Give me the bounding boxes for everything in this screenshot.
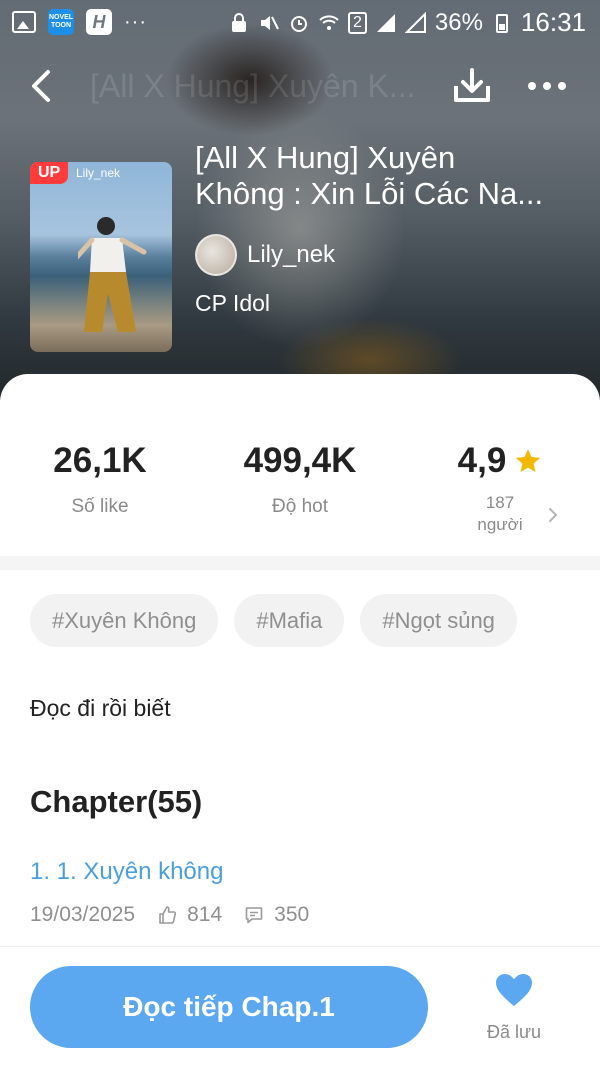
saved-label: Đã lưu	[486, 1022, 542, 1042]
book-description: Đọc đi rồi biết	[30, 695, 171, 721]
book-title-line-2: Không : Xin Lỗi Các Na...	[195, 176, 544, 211]
novel-toon-icon: NOVEL TOON	[48, 9, 74, 35]
stats-row: 26,1K Số like 499,4K Độ hot 4,9 187 ngườ…	[0, 440, 600, 550]
chapter-comments: 350	[274, 903, 310, 926]
gallery-icon	[12, 11, 36, 33]
hot-label: Độ hot	[272, 496, 328, 517]
chapter-meta: 19/03/2025 814 350	[30, 903, 309, 927]
chapter-date: 19/03/2025	[30, 903, 136, 926]
bottom-bar-divider	[0, 946, 600, 947]
section-divider	[0, 556, 600, 570]
sim-slot-indicator: 2	[347, 11, 367, 34]
rating-value: 4,9	[457, 441, 507, 480]
hot-value: 499,4K	[243, 441, 357, 480]
tag-chip[interactable]: #Ngọt sủng	[360, 594, 517, 647]
book-title-line-1: [All X Hung] Xuyên	[195, 140, 456, 175]
likes-stat: 26,1K Số like	[0, 440, 200, 518]
nav-title: [All X Hung] Xuyên K...	[90, 68, 416, 104]
thumbs-up-icon	[159, 906, 177, 924]
chapter-likes: 814	[187, 903, 223, 926]
tag-chip[interactable]: #Mafia	[234, 594, 345, 647]
author-name: Lily_nek	[247, 241, 336, 268]
rating-count: 187	[485, 493, 515, 512]
author-link[interactable]: Lily_nek	[195, 234, 335, 276]
author-avatar	[195, 234, 237, 276]
more-notifications-icon: ···	[124, 11, 147, 33]
clock: 16:31	[520, 7, 586, 37]
chapter-heading[interactable]: Chapter(55)	[30, 784, 202, 820]
back-arrow-icon[interactable]	[20, 64, 64, 108]
rating-count-label: người	[477, 515, 523, 534]
signal-2-icon	[404, 11, 426, 33]
category-label: CP Idol	[195, 290, 271, 316]
battery-icon	[495, 13, 508, 33]
signal-icon	[376, 13, 395, 32]
saved-button[interactable]: Đã lưu	[468, 972, 560, 1043]
wifi-icon	[319, 14, 339, 30]
hot-stat: 499,4K Độ hot	[200, 440, 400, 518]
likes-value: 26,1K	[53, 441, 147, 480]
alarm-icon	[290, 15, 307, 32]
tag-chip[interactable]: #Xuyên Không	[30, 594, 219, 647]
cover-figure	[78, 217, 147, 332]
cover-author-label: Lily_nek	[76, 166, 121, 180]
book-cover[interactable]: UP Lily_nek	[30, 162, 172, 352]
rating-stat[interactable]: 4,9 187 người	[400, 440, 600, 536]
tag-list: #Xuyên Không #Mafia #Ngọt sủng	[30, 594, 517, 647]
likes-label: Số like	[71, 496, 129, 517]
book-title: [All X Hung] Xuyên Không : Xin Lỗi Các N…	[195, 140, 580, 212]
star-icon	[516, 449, 541, 473]
battery-percent: 36%	[434, 8, 483, 36]
h-app-icon: H	[86, 9, 112, 35]
download-icon[interactable]	[450, 64, 494, 108]
chapter-link[interactable]: 1. 1. Xuyên không	[30, 858, 223, 886]
update-badge: UP	[30, 162, 69, 184]
more-options-icon[interactable]	[524, 66, 570, 106]
status-bar: NOVEL TOON H ··· 2 36% 16:31	[0, 0, 600, 46]
heart-icon	[496, 974, 532, 1006]
lock-icon	[231, 12, 246, 32]
comment-icon	[245, 907, 263, 924]
mute-icon	[260, 15, 279, 30]
continue-reading-button[interactable]: Đọc tiếp Chap.1	[30, 966, 428, 1048]
chevron-right-icon[interactable]	[544, 506, 562, 524]
